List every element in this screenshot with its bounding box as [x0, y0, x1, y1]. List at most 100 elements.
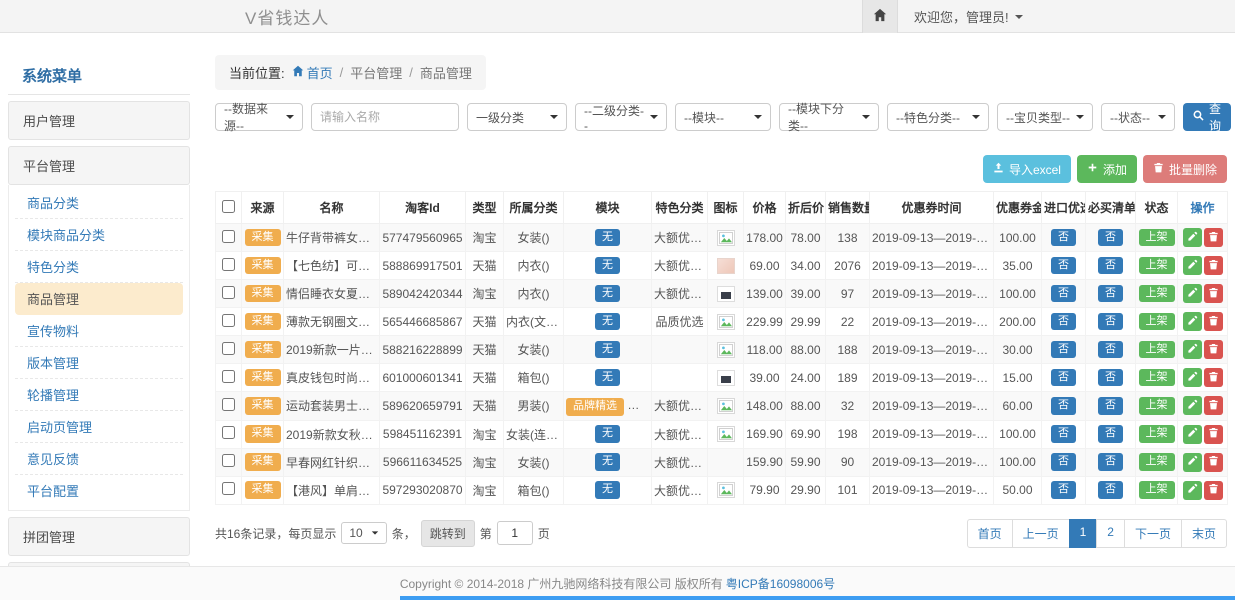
must-buy-toggle[interactable]: 否: [1098, 481, 1123, 499]
sidebar-item-product-category[interactable]: 商品分类: [15, 187, 183, 219]
pager-next[interactable]: 下一页: [1124, 519, 1182, 548]
edit-button[interactable]: [1183, 256, 1202, 275]
delete-button[interactable]: [1204, 312, 1223, 331]
row-checkbox[interactable]: [222, 258, 235, 271]
status-toggle[interactable]: 上架: [1139, 369, 1175, 387]
import-select-toggle[interactable]: 否: [1051, 481, 1076, 499]
edit-button[interactable]: [1183, 396, 1202, 415]
select-all-checkbox[interactable]: [222, 200, 235, 213]
import-select-toggle[interactable]: 否: [1051, 257, 1076, 275]
edit-button[interactable]: [1183, 425, 1202, 444]
delete-button[interactable]: [1204, 228, 1223, 247]
delete-button[interactable]: [1204, 453, 1223, 472]
delete-button[interactable]: [1204, 256, 1223, 275]
sidebar-item-carousel-management[interactable]: 轮播管理: [15, 379, 183, 411]
status-toggle[interactable]: 上架: [1139, 229, 1175, 247]
must-buy-toggle[interactable]: 否: [1098, 285, 1123, 303]
sidebar-item-platform-config[interactable]: 平台配置: [15, 475, 183, 506]
row-checkbox[interactable]: [222, 426, 235, 439]
delete-button[interactable]: [1204, 340, 1223, 359]
must-buy-toggle[interactable]: 否: [1098, 257, 1123, 275]
row-checkbox[interactable]: [222, 286, 235, 299]
row-checkbox[interactable]: [222, 482, 235, 495]
sidebar-item-promo-material[interactable]: 宣传物料: [15, 315, 183, 347]
module-sub-select[interactable]: --模块下分类--: [779, 103, 879, 131]
import-select-toggle[interactable]: 否: [1051, 369, 1076, 387]
must-buy-toggle[interactable]: 否: [1098, 397, 1123, 415]
import-select-toggle[interactable]: 否: [1051, 425, 1076, 443]
source-select[interactable]: --数据来源--: [215, 103, 303, 131]
batch-delete-button[interactable]: 批量删除: [1143, 155, 1227, 183]
edit-button[interactable]: [1183, 368, 1202, 387]
status-toggle[interactable]: 上架: [1139, 257, 1175, 275]
pager-last[interactable]: 末页: [1181, 519, 1227, 548]
edit-button[interactable]: [1183, 284, 1202, 303]
status-toggle[interactable]: 上架: [1139, 341, 1175, 359]
horizontal-scrollbar-thumb[interactable]: [400, 596, 1235, 600]
delete-button[interactable]: [1204, 368, 1223, 387]
sidebar-item-product-management[interactable]: 商品管理: [15, 283, 183, 315]
icp-link[interactable]: 粤ICP备16098006号: [726, 575, 835, 592]
sidebar-item-user-management[interactable]: 用户管理: [8, 101, 190, 140]
sidebar-item-platform-management[interactable]: 平台管理: [8, 146, 190, 185]
feature-select[interactable]: --特色分类--: [887, 103, 989, 131]
home-button[interactable]: [862, 0, 898, 33]
edit-button[interactable]: [1183, 453, 1202, 472]
must-buy-toggle[interactable]: 否: [1098, 313, 1123, 331]
sidebar-item-version-management[interactable]: 版本管理: [15, 347, 183, 379]
status-select[interactable]: --状态--: [1101, 103, 1175, 131]
pager-page-1[interactable]: 1: [1069, 519, 1098, 548]
must-buy-toggle[interactable]: 否: [1098, 341, 1123, 359]
import-select-toggle[interactable]: 否: [1051, 285, 1076, 303]
must-buy-toggle[interactable]: 否: [1098, 425, 1123, 443]
category2-select[interactable]: --二级分类--: [575, 103, 667, 131]
status-toggle[interactable]: 上架: [1139, 453, 1175, 471]
must-buy-toggle[interactable]: 否: [1098, 229, 1123, 247]
jump-button[interactable]: 跳转到: [421, 520, 475, 547]
module-select[interactable]: --模块--: [675, 103, 771, 131]
delete-button[interactable]: [1204, 284, 1223, 303]
row-checkbox[interactable]: [222, 230, 235, 243]
sidebar-item-module-product-category[interactable]: 模块商品分类: [15, 219, 183, 251]
delete-button[interactable]: [1204, 396, 1223, 415]
status-toggle[interactable]: 上架: [1139, 425, 1175, 443]
user-menu[interactable]: 欢迎您，管理员!: [914, 7, 1023, 26]
sidebar-item-feedback[interactable]: 意见反馈: [15, 443, 183, 475]
row-checkbox[interactable]: [222, 454, 235, 467]
import-excel-button[interactable]: 导入excel: [983, 155, 1071, 183]
must-buy-toggle[interactable]: 否: [1098, 453, 1123, 471]
jump-page-input[interactable]: [497, 521, 533, 545]
status-toggle[interactable]: 上架: [1139, 285, 1175, 303]
import-select-toggle[interactable]: 否: [1051, 397, 1076, 415]
row-checkbox[interactable]: [222, 342, 235, 355]
import-select-toggle[interactable]: 否: [1051, 313, 1076, 331]
sidebar-item-feature-category[interactable]: 特色分类: [15, 251, 183, 283]
name-search-input[interactable]: [311, 103, 459, 131]
row-checkbox[interactable]: [222, 398, 235, 411]
sidebar-item-splash-management[interactable]: 启动页管理: [15, 411, 183, 443]
breadcrumb-home-link[interactable]: 首页: [292, 63, 333, 82]
import-select-toggle[interactable]: 否: [1051, 341, 1076, 359]
status-toggle[interactable]: 上架: [1139, 313, 1175, 331]
delete-button[interactable]: [1204, 425, 1223, 444]
pager-first[interactable]: 首页: [967, 519, 1013, 548]
sidebar-item-groupbuy-management[interactable]: 拼团管理: [8, 517, 190, 556]
import-select-toggle[interactable]: 否: [1051, 453, 1076, 471]
status-toggle[interactable]: 上架: [1139, 481, 1175, 499]
edit-button[interactable]: [1183, 312, 1202, 331]
delete-button[interactable]: [1204, 481, 1223, 500]
edit-button[interactable]: [1183, 340, 1202, 359]
row-checkbox[interactable]: [222, 314, 235, 327]
add-button[interactable]: 添加: [1077, 155, 1137, 183]
pager-page-2[interactable]: 2: [1096, 519, 1125, 548]
row-checkbox[interactable]: [222, 370, 235, 383]
status-toggle[interactable]: 上架: [1139, 397, 1175, 415]
item-type-select[interactable]: --宝贝类型--: [997, 103, 1093, 131]
edit-button[interactable]: [1183, 228, 1202, 247]
import-select-toggle[interactable]: 否: [1051, 229, 1076, 247]
edit-button[interactable]: [1183, 481, 1202, 500]
pager-prev[interactable]: 上一页: [1012, 519, 1070, 548]
category1-select[interactable]: 一级分类: [467, 103, 567, 131]
must-buy-toggle[interactable]: 否: [1098, 369, 1123, 387]
per-page-select[interactable]: 10: [341, 522, 386, 544]
